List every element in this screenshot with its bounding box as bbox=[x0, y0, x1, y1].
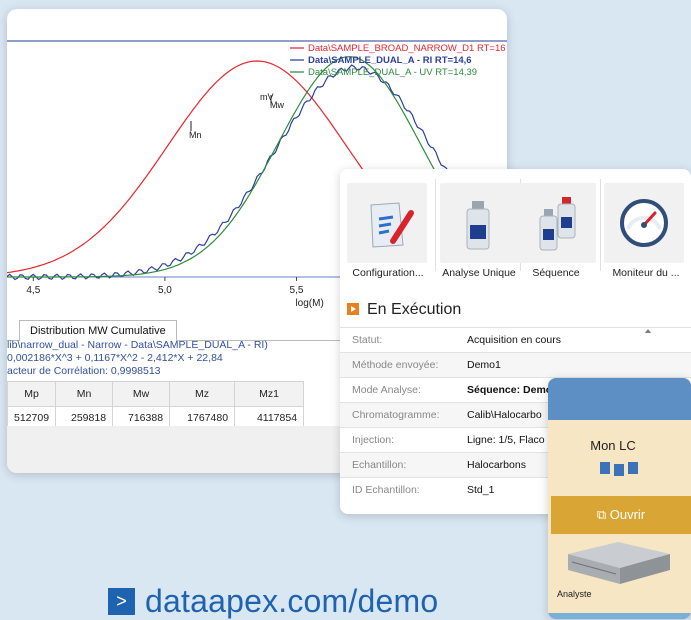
x-axis-label: log(M) bbox=[295, 298, 323, 309]
status-key: Mode Analyse: bbox=[352, 384, 421, 396]
mw-annotation: Mw bbox=[270, 100, 284, 110]
card-footer-strip bbox=[548, 613, 691, 619]
legend-entry: Data\SAMPLE_BROAD_NARROW_D1 RT=16 bbox=[308, 43, 506, 54]
x-tick-label: 4,5 bbox=[26, 285, 40, 296]
table-header-cell: Mz1 bbox=[234, 381, 305, 407]
mn-annotation: Mn bbox=[189, 130, 202, 140]
divider bbox=[435, 179, 436, 271]
document-pencil-icon bbox=[370, 202, 414, 248]
mw-results-table: Mp Mn Mw Mz Mz1 512709 259818 716388 176… bbox=[7, 381, 305, 429]
x-tick-label: 5,5 bbox=[290, 285, 304, 296]
x-tick-label: 5,0 bbox=[158, 285, 172, 296]
monitor-button[interactable] bbox=[604, 183, 684, 263]
sequence-button[interactable] bbox=[516, 183, 596, 263]
chevron-right-icon: > bbox=[108, 587, 135, 615]
divider bbox=[600, 179, 601, 271]
status-key: Statut: bbox=[352, 334, 383, 346]
status-value: Acquisition en cours bbox=[467, 334, 561, 346]
configuration-button[interactable] bbox=[347, 183, 427, 263]
demo-link[interactable]: > dataapex.com/demo bbox=[108, 583, 438, 619]
status-row: Statut: Acquisition en cours bbox=[340, 327, 691, 352]
status-row: Méthode envoyée: Demo1 bbox=[340, 352, 691, 377]
table-header-cell: Mn bbox=[55, 381, 114, 407]
status-value: Calib\Halocarbo bbox=[467, 409, 542, 421]
legend-entry: Data\SAMPLE_DUAL_A - RI RT=14,6 bbox=[308, 55, 472, 66]
table-header-cell: Mp bbox=[7, 381, 57, 407]
instrument-name: Mon LC bbox=[590, 438, 636, 453]
user-role: Analyste bbox=[557, 589, 592, 599]
section-title: En Exécution bbox=[367, 301, 462, 318]
table-header-cell: Mw bbox=[112, 381, 171, 407]
table-header-cell: Mz bbox=[169, 381, 236, 407]
status-value: Std_1 bbox=[467, 484, 495, 496]
bottles-icon bbox=[539, 197, 576, 251]
status-key: Chromatogramme: bbox=[352, 409, 440, 421]
bottle-icon bbox=[466, 201, 490, 250]
external-link-icon: ⧉ bbox=[596, 507, 607, 522]
single-analysis-label: Analyse Unique bbox=[442, 267, 516, 279]
single-analysis-button[interactable] bbox=[440, 183, 520, 263]
play-icon bbox=[347, 303, 359, 315]
toolbar-ribbon: Configuration... Analyse Unique Séquence bbox=[340, 169, 691, 289]
status-value: Séquence: Demo bbox=[467, 384, 553, 396]
gauge-icon bbox=[620, 199, 668, 247]
status-value: Demo1 bbox=[467, 359, 501, 371]
tab-strip: Distribution MW Cumulative bbox=[7, 318, 347, 341]
status-value: Ligne: 1/5, Flaco bbox=[467, 434, 545, 446]
calibration-line: acteur de Corrélation: 0,9998513 bbox=[7, 365, 161, 377]
sequence-label: Séquence bbox=[532, 267, 580, 279]
card-header bbox=[548, 378, 691, 420]
configuration-label: Configuration... bbox=[352, 267, 424, 279]
status-value: Halocarbons bbox=[467, 459, 526, 471]
status-key: Injection: bbox=[352, 434, 395, 446]
status-key: Echantillon: bbox=[352, 459, 407, 471]
open-button[interactable]: ⧉ Ouvrir bbox=[551, 496, 691, 534]
calibration-line: 0,002186*X^3 + 0,1167*X^2 - 2,412*X + 22… bbox=[7, 352, 223, 364]
table-header-row: Mp Mn Mw Mz Mz1 bbox=[7, 381, 305, 407]
instrument-card[interactable]: Mon LC ⧉ Ouvrir Analyste bbox=[548, 378, 691, 619]
legend-entry: Data\SAMPLE_DUAL_A - UV RT=14,39 bbox=[308, 67, 477, 78]
status-key: ID Echantillon: bbox=[352, 484, 420, 496]
demo-link-text: dataapex.com/demo bbox=[145, 582, 439, 619]
monitor-label: Moniteur du ... bbox=[612, 267, 680, 279]
tab-distribution-mw-cumulative[interactable]: Distribution MW Cumulative bbox=[19, 320, 177, 341]
open-label: Ouvrir bbox=[609, 507, 646, 522]
status-key: Méthode envoyée: bbox=[352, 359, 439, 371]
section-header-running: En Exécution bbox=[347, 301, 461, 319]
calibration-line: lib\narrow_dual - Narrow - Data\SAMPLE_D… bbox=[7, 339, 268, 351]
calibration-info: lib\narrow_dual - Narrow - Data\SAMPLE_D… bbox=[7, 339, 268, 378]
